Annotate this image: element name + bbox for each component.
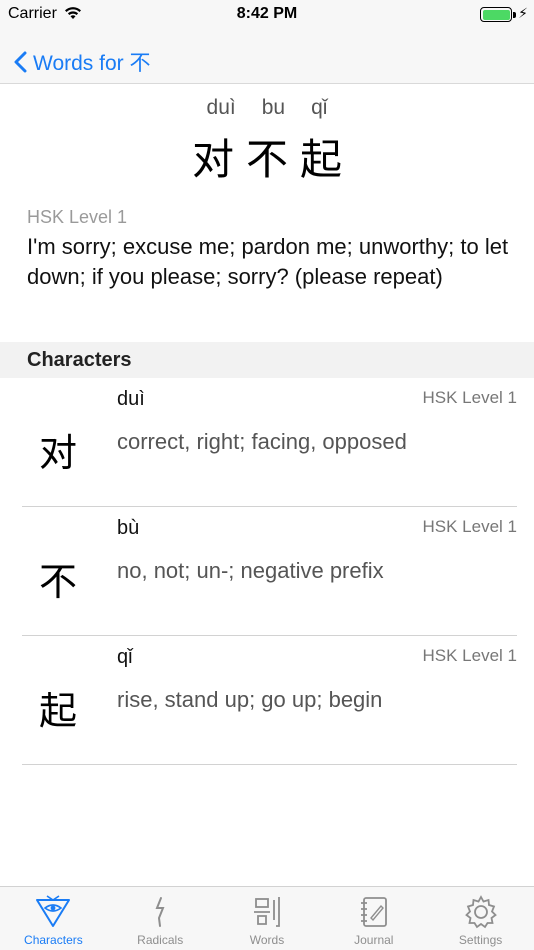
character-glyph: 对 — [38, 431, 77, 475]
word-hanzi: 对 不 起 — [0, 126, 534, 187]
tab-label: Words — [249, 933, 285, 947]
character-row[interactable]: 起 qǐ HSK Level 1 rise, stand up; go up; … — [22, 636, 517, 765]
tab-journal[interactable]: Journal — [320, 887, 427, 950]
section-title: Characters — [27, 348, 132, 371]
chevron-left-icon — [14, 51, 27, 73]
characters-section-header: Characters — [0, 342, 534, 378]
character-definition: rise, stand up; go up; begin — [117, 687, 383, 712]
word-pinyin: duì bu qǐ — [0, 96, 534, 120]
back-button[interactable]: Words for 不 — [14, 40, 150, 84]
character-row[interactable]: 不 bù HSK Level 1 no, not; un-; negative … — [22, 507, 517, 636]
journal-icon — [357, 893, 391, 931]
word-heading: duì bu qǐ 对 不 起 — [0, 84, 534, 184]
tab-bar: Characters Radicals Words Journal Settin… — [0, 886, 534, 950]
radicals-icon — [145, 893, 175, 931]
character-pinyin: bù — [117, 517, 140, 539]
pinyin-syllable: qǐ — [311, 96, 328, 119]
status-bar: Carrier 8:42 PM ⚡ — [0, 0, 534, 40]
battery-icon — [480, 7, 512, 22]
character-pinyin: duì — [117, 388, 145, 410]
gear-icon — [463, 893, 499, 931]
clock: 8:42 PM — [236, 5, 298, 22]
character-pinyin: qǐ — [117, 646, 133, 668]
character-definition: no, not; un-; negative prefix — [117, 558, 384, 583]
battery-tip — [513, 12, 516, 18]
character-hsk-level: HSK Level 1 — [422, 646, 518, 665]
tab-settings[interactable]: Settings — [427, 887, 534, 950]
character-definition: correct, right; facing, opposed — [117, 429, 407, 454]
pinyin-syllable: bu — [261, 96, 286, 119]
character-list: 对 duì HSK Level 1 correct, right; facing… — [0, 378, 534, 765]
tab-words[interactable]: Words — [214, 887, 321, 950]
hanzi-character[interactable]: 不 — [240, 126, 294, 187]
words-icon — [250, 893, 284, 931]
tab-characters[interactable]: Characters — [0, 887, 107, 950]
character-glyph: 起 — [38, 689, 77, 733]
tab-label: Characters — [24, 933, 83, 947]
tab-radicals[interactable]: Radicals — [107, 887, 214, 950]
character-row[interactable]: 对 duì HSK Level 1 correct, right; facing… — [22, 378, 517, 507]
pinyin-syllable: duì — [206, 96, 236, 119]
character-hsk-level: HSK Level 1 — [422, 517, 518, 536]
tab-label: Settings — [458, 933, 503, 947]
tab-label: Radicals — [137, 933, 184, 947]
hanzi-character[interactable]: 起 — [294, 126, 348, 187]
characters-icon — [33, 893, 73, 931]
charging-icon: ⚡ — [518, 5, 528, 21]
navigation-bar: Words for 不 — [0, 40, 534, 84]
word-definition: I'm sorry; excuse me; pardon me; unworth… — [27, 234, 509, 289]
hanzi-character[interactable]: 对 — [186, 126, 240, 187]
word-hsk-level: HSK Level 1 — [27, 207, 128, 227]
character-glyph: 不 — [38, 560, 77, 604]
character-hsk-level: HSK Level 1 — [422, 388, 518, 407]
tab-label: Journal — [354, 933, 394, 947]
back-button-label: Words for 不 — [33, 52, 151, 75]
